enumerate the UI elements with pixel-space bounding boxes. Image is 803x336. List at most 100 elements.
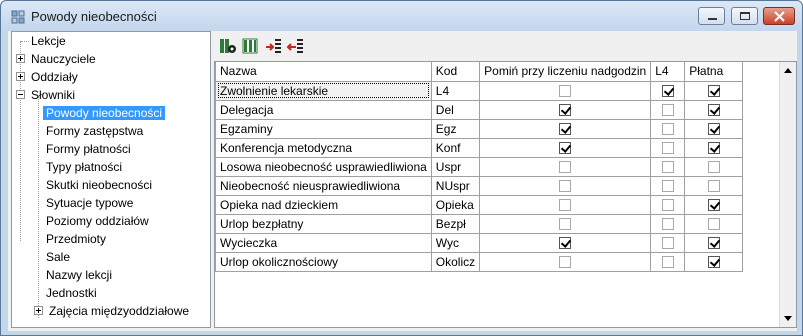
tree-item-skutki-nieobecnosci[interactable]: Skutki nieobecności	[43, 176, 155, 194]
table-row[interactable]: Wycieczka Wyc	[215, 232, 744, 253]
cell-l4[interactable]	[650, 232, 686, 253]
checkbox-pomin[interactable]	[559, 237, 572, 250]
checkbox-pomin[interactable]	[559, 256, 572, 269]
close-button[interactable]	[763, 7, 795, 25]
tree-item-formy-platnosci[interactable]: Formy płatności	[43, 140, 134, 158]
cell-kod[interactable]: Uspr	[430, 156, 481, 177]
table-row[interactable]: Losowa nieobecność usprawiedliwiona Uspr	[215, 156, 744, 177]
title-bar[interactable]: Powody nieobecności	[1, 1, 802, 31]
cell-l4[interactable]	[650, 156, 686, 177]
cell-kod[interactable]: Konf	[430, 137, 481, 158]
checkbox-platna[interactable]	[707, 142, 720, 155]
checkbox-pomin[interactable]	[559, 85, 572, 98]
navigation-tree[interactable]: Lekcje Nauczyciele Oddziały Słowniki Pow…	[11, 31, 211, 328]
cell-platna[interactable]	[684, 80, 744, 101]
cell-platna[interactable]	[684, 251, 744, 272]
checkbox-l4[interactable]	[661, 218, 674, 231]
checkbox-pomin[interactable]	[559, 142, 572, 155]
cell-l4[interactable]	[650, 80, 686, 101]
cell-nazwa[interactable]: Zwolnienie lekarskie	[215, 80, 432, 101]
data-grid[interactable]: Nazwa Kod Pomiń przy liczeniu nadgodzin …	[214, 61, 797, 328]
cell-kod[interactable]: Opieka	[430, 194, 481, 215]
cell-nazwa[interactable]: Urlop bezpłatny	[215, 213, 432, 234]
tree-item-nazwy-lekcji[interactable]: Nazwy lekcji	[43, 266, 115, 284]
checkbox-l4[interactable]	[661, 104, 674, 117]
checkbox-platna[interactable]	[707, 199, 720, 212]
cell-pomin[interactable]	[479, 99, 652, 120]
checkbox-platna[interactable]	[707, 161, 720, 174]
cell-l4[interactable]	[650, 137, 686, 158]
checkbox-pomin[interactable]	[559, 218, 572, 231]
checkbox-pomin[interactable]	[559, 104, 572, 117]
table-row[interactable]: Konferencja metodyczna Konf	[215, 137, 744, 158]
cell-platna[interactable]	[684, 156, 744, 177]
checkbox-pomin[interactable]	[559, 123, 572, 136]
checkbox-l4[interactable]	[661, 199, 674, 212]
cell-pomin[interactable]	[479, 175, 652, 196]
cell-pomin[interactable]	[479, 137, 652, 158]
cell-l4[interactable]	[650, 251, 686, 272]
checkbox-platna[interactable]	[707, 85, 720, 98]
table-row[interactable]: Delegacja Del	[215, 99, 744, 120]
cell-kod[interactable]: Bezpł	[430, 213, 481, 234]
tree-item-poziomy-oddzialow[interactable]: Poziomy oddziałów	[43, 212, 152, 230]
cell-l4[interactable]	[650, 213, 686, 234]
cell-nazwa[interactable]: Urlop okolicznościowy	[215, 251, 432, 272]
checkbox-platna[interactable]	[707, 180, 720, 193]
maximize-button[interactable]	[731, 7, 758, 25]
cell-pomin[interactable]	[479, 194, 652, 215]
cell-platna[interactable]	[684, 137, 744, 158]
cell-l4[interactable]	[650, 175, 686, 196]
cell-platna[interactable]	[684, 99, 744, 120]
table-row[interactable]: Urlop bezpłatny Bezpł	[215, 213, 744, 234]
expand-icon[interactable]	[16, 54, 25, 63]
checkbox-pomin[interactable]	[559, 180, 572, 193]
cell-nazwa[interactable]: Konferencja metodyczna	[215, 137, 432, 158]
cell-platna[interactable]	[684, 118, 744, 139]
checkbox-platna[interactable]	[707, 218, 720, 231]
checkbox-l4[interactable]	[661, 237, 674, 250]
cell-nazwa[interactable]: Opieka nad dzieckiem	[215, 194, 432, 215]
cell-platna[interactable]	[684, 213, 744, 234]
checkbox-platna[interactable]	[707, 123, 720, 136]
expand-icon[interactable]	[34, 306, 43, 315]
checkbox-pomin[interactable]	[559, 199, 572, 212]
cell-pomin[interactable]	[479, 251, 652, 272]
checkbox-platna[interactable]	[707, 237, 720, 250]
cell-nazwa[interactable]: Nieobecność nieusprawiedliwiona	[215, 175, 432, 196]
cell-pomin[interactable]	[479, 232, 652, 253]
columns-config-button[interactable]	[218, 36, 238, 56]
checkbox-platna[interactable]	[707, 104, 720, 117]
cell-platna[interactable]	[684, 194, 744, 215]
checkbox-l4[interactable]	[661, 142, 674, 155]
cell-nazwa[interactable]: Egzaminy	[215, 118, 432, 139]
export-button[interactable]	[286, 36, 306, 56]
checkbox-l4[interactable]	[661, 180, 674, 193]
columns-button[interactable]	[240, 36, 260, 56]
expand-icon[interactable]	[16, 72, 25, 81]
scroll-up-icon[interactable]	[784, 68, 792, 73]
cell-kod[interactable]: Wyc	[430, 232, 481, 253]
column-header-platna[interactable]: Płatna	[684, 62, 744, 82]
checkbox-l4[interactable]	[661, 85, 674, 98]
checkbox-l4[interactable]	[661, 161, 674, 174]
cell-pomin[interactable]	[479, 156, 652, 177]
column-header-pomin[interactable]: Pomiń przy liczeniu nadgodzin	[479, 62, 652, 82]
tree-item-jednostki[interactable]: Jednostki	[43, 284, 100, 302]
cell-nazwa[interactable]: Wycieczka	[215, 232, 432, 253]
minimize-button[interactable]	[698, 7, 725, 25]
tree-item-powody-nieobecnosci[interactable]: Powody nieobecności	[43, 104, 166, 122]
cell-platna[interactable]	[684, 232, 744, 253]
cell-l4[interactable]	[650, 99, 686, 120]
cell-kod[interactable]: Okolicz	[430, 251, 481, 272]
cell-pomin[interactable]	[479, 80, 652, 101]
table-row[interactable]: Zwolnienie lekarskie L4	[215, 80, 744, 101]
checkbox-platna[interactable]	[707, 256, 720, 269]
cell-kod[interactable]: L4	[430, 80, 481, 101]
tree-item-formy-zastepstwa[interactable]: Formy zastępstwa	[43, 122, 146, 140]
table-row[interactable]: Nieobecność nieusprawiedliwiona NUspr	[215, 175, 744, 196]
cell-nazwa[interactable]: Losowa nieobecność usprawiedliwiona	[215, 156, 432, 177]
cell-nazwa[interactable]: Delegacja	[215, 99, 432, 120]
table-row[interactable]: Opieka nad dzieckiem Opieka	[215, 194, 744, 215]
cell-platna[interactable]	[684, 175, 744, 196]
